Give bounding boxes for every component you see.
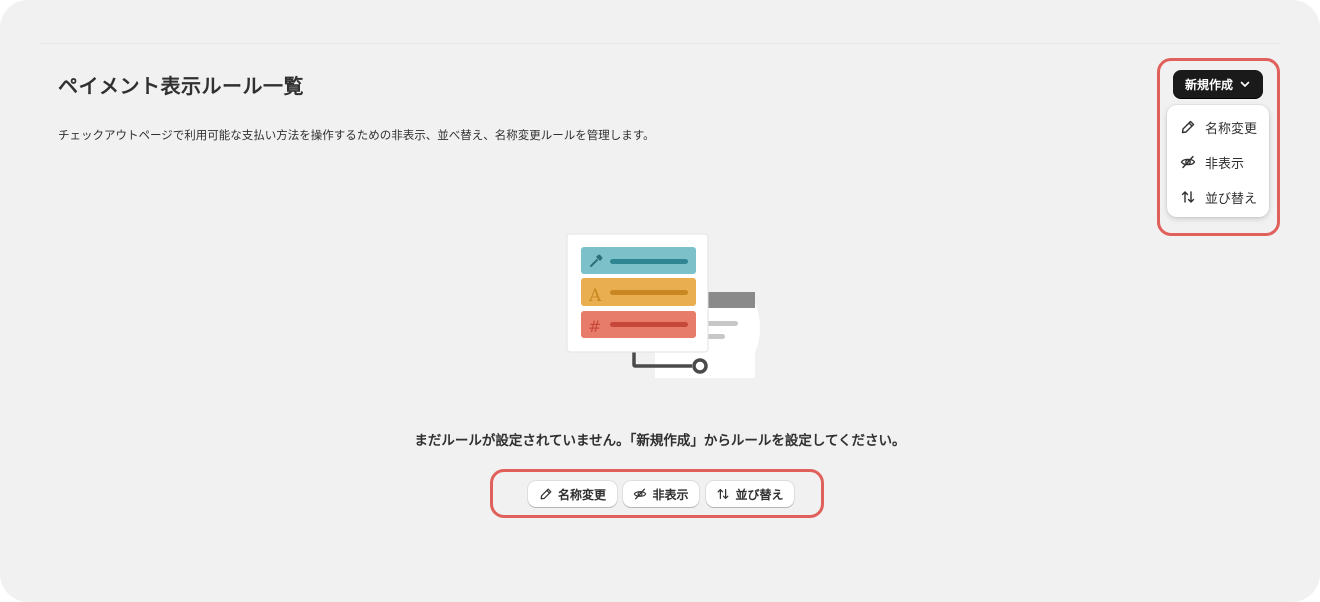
svg-text:#: # — [588, 317, 601, 336]
highlight-box-empty-buttons — [490, 469, 824, 518]
empty-state-illustration: A # — [540, 233, 780, 403]
app-frame: ペイメント表示ルール一覧 チェックアウトページで利用可能な支払い方法を操作するた… — [0, 0, 1320, 602]
highlight-box-create-menu — [1157, 58, 1280, 236]
header-divider — [40, 43, 1280, 44]
page-description: チェックアウトページで利用可能な支払い方法を操作するための非表示、並べ替え、名称… — [58, 128, 655, 142]
svg-text:A: A — [588, 286, 602, 306]
page-title: ペイメント表示ルール一覧 — [58, 74, 304, 98]
empty-state-message: まだルールが設定されていません。「新規作成」からルールを設定してください。 — [414, 433, 906, 449]
